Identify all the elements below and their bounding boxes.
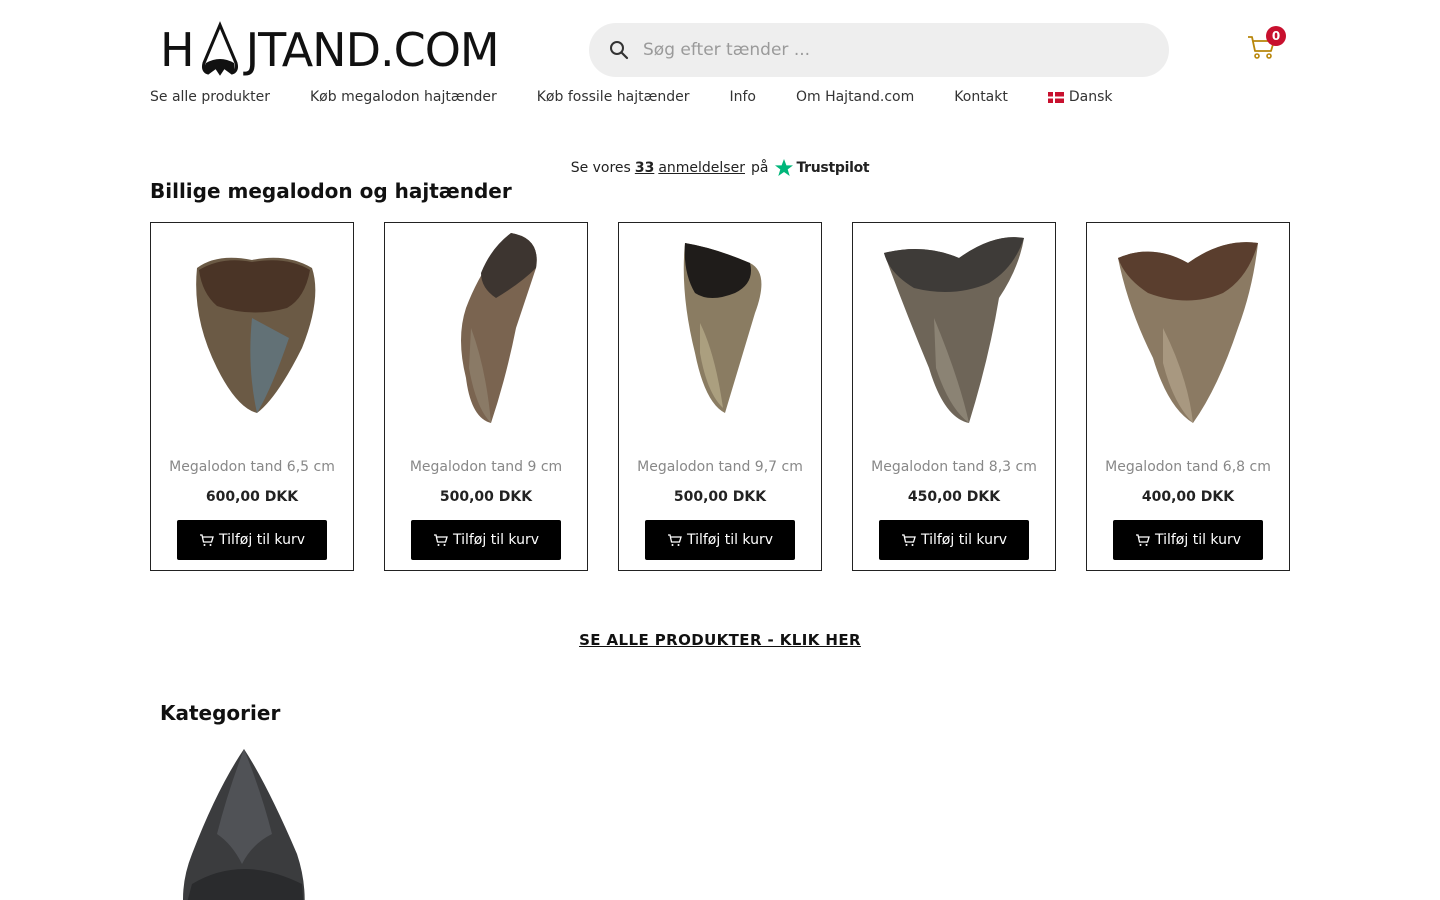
add-to-cart-label: Tilføj til kurv: [920, 532, 1008, 548]
add-to-cart-label: Tilføj til kurv: [686, 532, 774, 548]
section-title: Billige megalodon og hajtænder: [150, 179, 512, 203]
product-name[interactable]: Megalodon tand 9 cm: [385, 459, 587, 475]
main-nav: Se alle produkter Køb megalodon hajtænde…: [150, 89, 1153, 105]
nav-item-contact[interactable]: Kontakt: [954, 89, 1008, 105]
trustpilot-reviews-link[interactable]: anmeldelser: [658, 160, 745, 176]
product-price: 500,00 DKK: [673, 489, 767, 505]
nav-item-language[interactable]: Dansk: [1047, 89, 1113, 105]
product-price: 400,00 DKK: [1141, 489, 1235, 505]
category-tooth-image: [183, 749, 305, 900]
product-name[interactable]: Megalodon tand 6,5 cm: [151, 459, 353, 475]
danish-flag-icon: [1047, 91, 1064, 103]
product-name[interactable]: Megalodon tand 8,3 cm: [853, 459, 1055, 475]
search-icon[interactable]: [609, 40, 629, 60]
product-price: 600,00 DKK: [205, 489, 299, 505]
product-image[interactable]: [619, 223, 821, 433]
product-image[interactable]: [151, 223, 353, 433]
product-card[interactable]: Megalodon tand 9,7 cm 500,00 DKK Tilføj …: [618, 222, 822, 571]
nav-item-buy-fossil[interactable]: Køb fossile hajtænder: [537, 89, 690, 105]
see-all-container: SE ALLE PRODUKTER - KLIK HER: [0, 630, 1440, 649]
add-to-cart-button[interactable]: Tilføj til kurv: [177, 520, 327, 560]
categories-title: Kategorier: [160, 701, 281, 725]
megalodon-tooth-image: [683, 243, 762, 413]
nav-item-info[interactable]: Info: [729, 89, 756, 105]
trustpilot-brand: Trustpilot: [796, 160, 870, 176]
trustpilot-star-icon: [775, 159, 794, 176]
cart-icon: [199, 533, 214, 546]
product-card[interactable]: Megalodon tand 8,3 cm 450,00 DKK Tilføj …: [852, 222, 1056, 571]
logo-text-left: H: [160, 23, 195, 77]
product-image[interactable]: [385, 223, 587, 433]
search-bar: [589, 23, 1169, 77]
add-to-cart-label: Tilføj til kurv: [1154, 532, 1242, 548]
trustpilot-widget[interactable]: Se vores 33 anmeldelser på Trustpilot: [0, 158, 1440, 178]
product-image[interactable]: [1087, 223, 1289, 433]
nav-item-about[interactable]: Om Hajtand.com: [796, 89, 914, 105]
add-to-cart-label: Tilføj til kurv: [452, 532, 540, 548]
cart-icon: [1135, 533, 1150, 546]
product-name[interactable]: Megalodon tand 6,8 cm: [1087, 459, 1289, 475]
cart-icon: [433, 533, 448, 546]
product-grid: Megalodon tand 6,5 cm 600,00 DKK Tilføj …: [150, 222, 1290, 571]
language-label: Dansk: [1068, 89, 1113, 105]
add-to-cart-button[interactable]: Tilføj til kurv: [645, 520, 795, 560]
megalodon-tooth-image: [1118, 242, 1258, 423]
add-to-cart-label: Tilføj til kurv: [218, 532, 306, 548]
logo-text-right: JTAND.COM: [245, 23, 500, 77]
product-image[interactable]: [853, 223, 1055, 433]
cart-count-badge[interactable]: 0: [1266, 26, 1286, 46]
product-card[interactable]: Megalodon tand 6,8 cm 400,00 DKK Tilføj …: [1086, 222, 1290, 571]
product-price: 450,00 DKK: [907, 489, 1001, 505]
shark-tooth-logo-icon: [201, 21, 238, 76]
add-to-cart-button[interactable]: Tilføj til kurv: [1113, 520, 1263, 560]
product-card[interactable]: Megalodon tand 6,5 cm 600,00 DKK Tilføj …: [150, 222, 354, 571]
cart-icon: [901, 533, 916, 546]
trustpilot-on: på: [750, 160, 769, 176]
search-input[interactable]: [643, 40, 1143, 60]
site-logo[interactable]: H JTAND.COM: [160, 18, 500, 82]
trustpilot-prefix: Se vores: [570, 160, 631, 176]
nav-item-all-products[interactable]: Se alle produkter: [150, 89, 270, 105]
add-to-cart-button[interactable]: Tilføj til kurv: [411, 520, 561, 560]
add-to-cart-button[interactable]: Tilføj til kurv: [879, 520, 1029, 560]
megalodon-tooth-image: [196, 257, 316, 413]
cart-icon: [667, 533, 682, 546]
product-card[interactable]: Megalodon tand 9 cm 500,00 DKK Tilføj ti…: [384, 222, 588, 571]
category-image[interactable]: [172, 744, 322, 900]
see-all-products-link[interactable]: SE ALLE PRODUKTER - KLIK HER: [579, 631, 861, 649]
product-name[interactable]: Megalodon tand 9,7 cm: [619, 459, 821, 475]
megalodon-tooth-image: [461, 233, 537, 423]
megalodon-tooth-image: [884, 237, 1024, 423]
nav-item-buy-megalodon[interactable]: Køb megalodon hajtænder: [310, 89, 497, 105]
trustpilot-count[interactable]: 33: [635, 160, 654, 176]
product-price: 500,00 DKK: [439, 489, 533, 505]
